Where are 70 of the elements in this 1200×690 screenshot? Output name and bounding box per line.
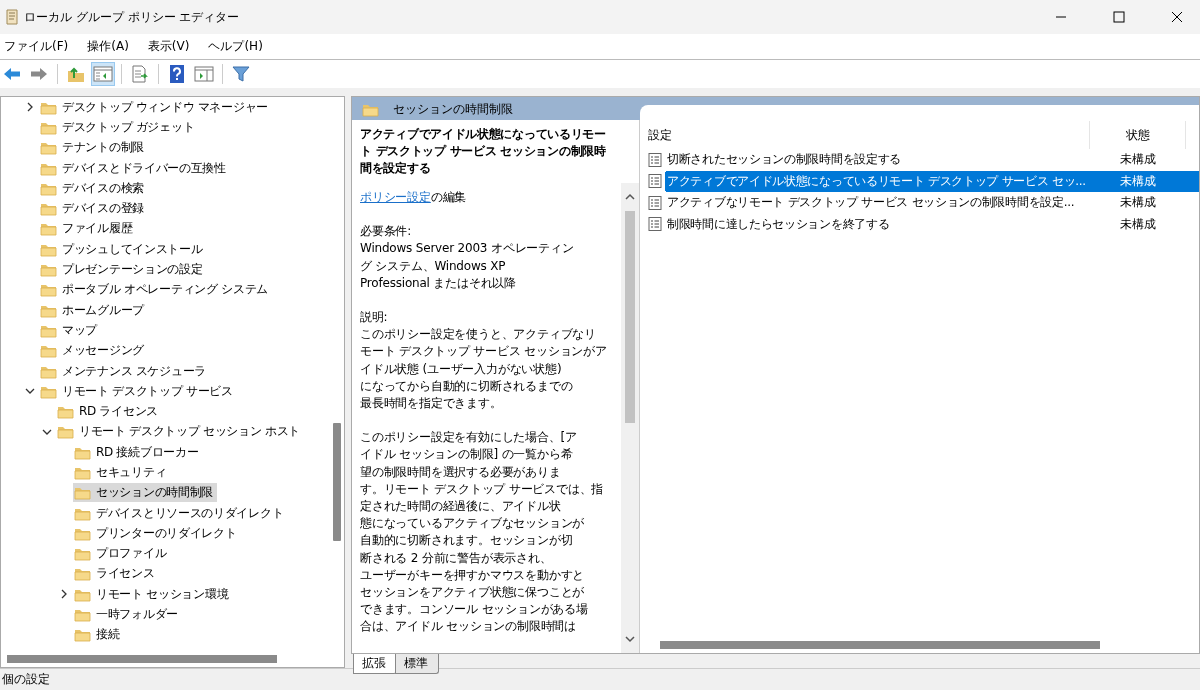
policy-setting[interactable]: 切断されたセッションの制限時間を設定する [665,150,903,170]
tree-item[interactable]: ライセンス [73,564,159,584]
tree-item[interactable]: 接続 [73,625,124,645]
policy-settings-link[interactable]: ポリシー設定 [360,190,431,204]
menu-item[interactable]: ファイル(F) [0,38,78,55]
column-header[interactable]: 設定 [640,121,1090,149]
tree-item[interactable]: ファイル履歴 [39,219,137,239]
policy-title: アクティブでアイドル状態になっているリモー ト デスクトップ サービス セッションの制限時 間を設定する [359,126,607,177]
tree-item[interactable]: ホームグループ [39,300,148,320]
description-text: 説明: このポリシー設定を使うと、アクティブなリ モート デスクトップ サービス セッションがア イドル状態 (ユーザー入力がない状態) になってから自動的に切断されるまでの 最長時間を指定できます。 [360,309,608,413]
folder-icon [74,485,91,501]
app-icon [4,8,20,26]
tree-item[interactable]: セッションの時間制限 [73,483,217,503]
folder-icon [40,140,57,156]
tree-item[interactable]: リモート デスクトップ サービス [39,381,237,401]
tree-item[interactable]: プレゼンテーションの設定 [39,260,207,279]
tree-item[interactable]: プッシュしてインストール [39,239,207,259]
tree-item[interactable]: リモート セッション環境 [73,584,233,604]
section-title: セッションの時間制限 [393,100,513,118]
window-title: ローカル グループ ポリシー エディター [24,8,241,26]
tree-item[interactable]: RD 接続ブローカー [73,442,203,462]
folder-icon [74,546,91,562]
folder-icon [40,201,57,217]
tree-item[interactable]: ポータブル オペレーティング システム [39,280,272,300]
tree-item[interactable]: テナントの制限 [39,138,148,158]
column-header[interactable]: 状態 [1090,121,1186,149]
tree-item[interactable]: デバイスとリソースのリダイレクト [73,503,288,523]
folder-icon [40,262,57,277]
folder-icon [74,465,91,480]
tree-item[interactable]: マップ [39,320,102,340]
policy-state: 未構成 [1119,151,1157,169]
folder-icon [74,627,91,643]
view-tab[interactable]: 標準 [395,653,439,674]
policy-state: 未構成 [1119,172,1157,190]
policy-setting[interactable]: 制限時間に達したらセッションを終了する [665,214,892,234]
tree-item[interactable]: デスクトップ ウィンドウ マネージャー [39,97,272,117]
policy-setting[interactable]: アクティブなリモート デスクトップ サービス セッションの制限時間を設定... [665,193,1077,213]
tree-item[interactable]: デスクトップ ガジェット [39,117,199,137]
policy-icon [648,195,662,210]
tree-item[interactable]: デバイスとドライバーの互換性 [39,158,230,178]
scrollbar[interactable] [621,183,639,653]
menu-item[interactable]: ヘルプ(H) [204,38,272,55]
tree-item[interactable]: RD ライセンス [56,402,162,422]
policy-icon [648,217,662,232]
folder-icon [40,343,57,359]
tree-item[interactable]: プロファイル [73,544,171,564]
folder-icon [40,282,57,298]
folder-icon [40,221,57,237]
folder-icon [57,404,74,420]
tree-item[interactable]: セキュリティ [73,463,171,482]
tree-item[interactable]: リモート デスクトップ セッション ホスト [56,422,305,442]
tree-item[interactable]: デバイスの検索 [39,178,148,198]
description-text: このポリシー設定を有効にした場合、[ア イドル セッションの制限] の一覧から希 望の制限時間を選択する必要がありま す。リモート デスクトップ サービスでは、指 定された時間の経過後に、アイドル状 態になっているアクティブなセッションが 自動的に切断されます。セッションが切 断される 2 分前に警告が表示され、 ユーザーがキーを押すかマウスを動かすと セッションをアクティブ状態に保つことが できます。コンソール セッションがある場 合は、アイドル セッションの制限時間は [360,429,605,636]
tree-item[interactable]: 一時フォルダー [73,605,182,625]
tree-item[interactable]: プリンターのリダイレクト [73,523,241,543]
policy-icon [648,152,662,167]
menu-item[interactable]: 操作(A) [83,38,138,55]
policy-icon [648,174,662,189]
folder-icon [74,607,91,623]
policy-state: 未構成 [1119,194,1157,212]
description-text: 必要条件: Windows Server 2003 オペレーティン グ システム、Windows XP Professional またはそれ以降 [360,223,575,292]
tree-item[interactable]: デバイスの登録 [39,199,148,219]
tree-item[interactable]: メンテナンス スケジューラ [39,361,210,381]
folder-icon [57,424,74,440]
tree-item[interactable]: メッセージング [39,341,148,361]
edit-policy-text: ポリシー設定の編集 [360,189,468,206]
status-text: 個の設定 [2,671,50,688]
menu-item[interactable]: 表示(V) [143,38,199,55]
folder-icon [74,566,91,582]
policy-state: 未構成 [1119,215,1157,233]
